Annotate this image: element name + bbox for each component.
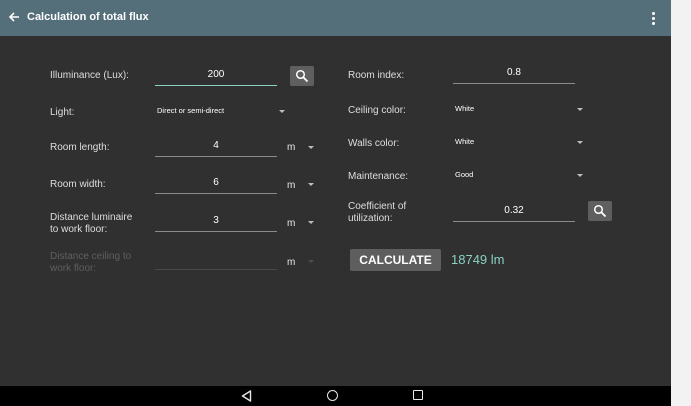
ceiling-color-label: Ceiling color: (348, 105, 406, 116)
ceiling-color-value: White (455, 104, 475, 113)
room-index-label: Room index: (348, 70, 405, 81)
page-title: Calculation of total flux (27, 11, 149, 23)
dropdown-arrow-icon (308, 221, 314, 224)
room-width-input[interactable]: 6 (155, 174, 277, 194)
distance-luminaire-label-line1: Distance luminaire (50, 212, 133, 223)
room-length-label: Room length: (50, 142, 110, 153)
calculate-button[interactable]: CALCULATE (350, 249, 441, 271)
search-icon (593, 204, 607, 218)
app-bar: Calculation of total flux (0, 0, 671, 36)
walls-color-spinner[interactable]: White (453, 135, 585, 151)
illuminance-search-button[interactable] (290, 66, 314, 86)
distance-ceiling-input (155, 250, 277, 270)
screen-edge (671, 0, 691, 406)
distance-luminaire-value: 3 (213, 215, 219, 226)
light-spinner[interactable]: Direct or semi-direct (155, 104, 288, 120)
room-index-value: 0.8 (507, 67, 521, 78)
coefficient-input[interactable]: 0.32 (453, 202, 575, 222)
dropdown-arrow-icon (577, 141, 583, 144)
dropdown-arrow-icon (308, 146, 314, 149)
maintenance-label: Maintenance: (348, 171, 409, 182)
coefficient-label-line1: Coefficient of (348, 201, 407, 212)
light-value: Direct or semi-direct (157, 106, 225, 115)
distance-ceiling-unit-spinner: m (287, 257, 296, 268)
walls-color-label: Walls color: (348, 138, 400, 149)
search-icon (295, 69, 309, 83)
room-width-label: Room width: (50, 179, 106, 190)
coefficient-label-line2: utilization: (348, 213, 393, 224)
walls-color-value: White (455, 137, 475, 146)
dropdown-arrow-icon (279, 110, 285, 113)
light-label: Light: (50, 107, 75, 118)
result-value: 18749 lm (451, 252, 505, 267)
coefficient-value: 0.32 (504, 205, 524, 216)
distance-luminaire-label-line2: to work floor: (50, 224, 108, 235)
room-width-unit-spinner[interactable]: m (287, 180, 295, 191)
room-width-value: 6 (213, 177, 219, 188)
more-vert-icon[interactable] (644, 10, 662, 26)
illuminance-value: 200 (207, 69, 225, 80)
dropdown-arrow-icon (577, 174, 583, 177)
nav-home-icon[interactable] (327, 390, 338, 401)
nav-back-icon[interactable] (241, 390, 252, 402)
illuminance-label: Illuminance (Lux): (50, 70, 129, 81)
room-length-input[interactable]: 4 (155, 137, 277, 157)
distance-luminaire-unit-spinner[interactable]: m (287, 218, 295, 229)
nav-recents-icon[interactable] (413, 390, 423, 400)
illuminance-input[interactable]: 200 (155, 66, 277, 86)
app-screen: Calculation of total flux Illuminance (L… (0, 0, 671, 406)
dropdown-arrow-icon (308, 183, 314, 186)
arrow-back-icon[interactable] (6, 9, 22, 25)
distance-ceiling-label-line2: work floor: (50, 263, 97, 274)
dropdown-arrow-icon (577, 108, 583, 111)
distance-ceiling-label-line1: Distance ceiling to (50, 251, 132, 262)
maintenance-spinner[interactable]: Good (453, 168, 585, 184)
system-nav-bar (0, 386, 671, 406)
maintenance-value: Good (455, 170, 474, 179)
coefficient-search-button[interactable] (588, 201, 612, 221)
ceiling-color-spinner[interactable]: White (453, 102, 585, 118)
room-length-unit-spinner[interactable]: m (287, 142, 295, 153)
room-index-input[interactable]: 0.8 (453, 64, 575, 84)
distance-luminaire-input[interactable]: 3 (155, 212, 277, 232)
room-length-value: 4 (213, 140, 219, 151)
dropdown-arrow-icon (308, 260, 314, 263)
